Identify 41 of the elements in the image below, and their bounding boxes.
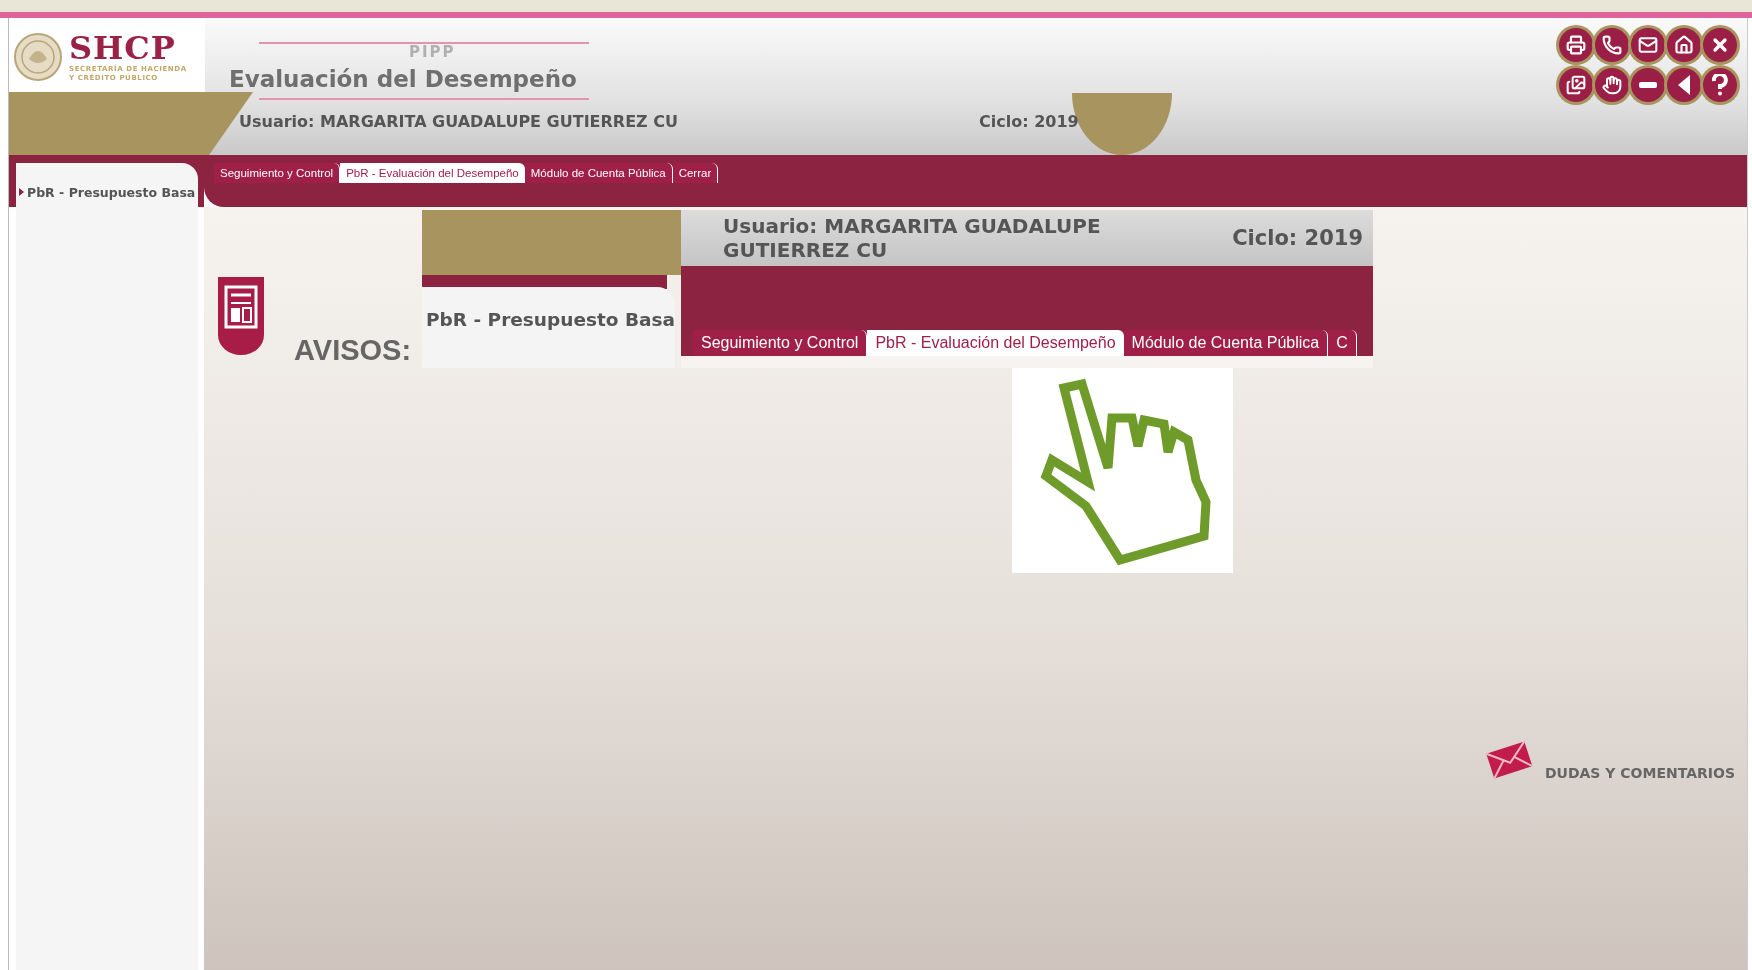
menu-tab[interactable]: Módulo de Cuenta Pública [1123, 330, 1329, 356]
bullet-arrow-icon [19, 188, 24, 196]
logo-acronym: SHCP [69, 31, 176, 65]
page-title: Evaluación del Desempeño [229, 65, 577, 93]
close-button[interactable] [1703, 28, 1737, 62]
user-label: Usuario: MARGARITA GUADALUPE GUTIERREZ CU [722, 214, 1102, 262]
menu-tab[interactable]: PbR - Evaluación del Desempeño [867, 330, 1124, 356]
menu-tab[interactable]: C [1328, 330, 1357, 356]
cycle-label: Ciclo: 2019 [979, 112, 1079, 131]
hand-icon [1602, 75, 1622, 95]
phone-icon [1602, 35, 1622, 55]
home-button[interactable] [1667, 28, 1701, 62]
envelope-icon [1638, 35, 1658, 55]
hand-button[interactable] [1595, 68, 1629, 102]
print-button[interactable] [1559, 28, 1593, 62]
menu-tab[interactable]: Cerrar [672, 163, 719, 183]
phone-button[interactable] [1595, 28, 1629, 62]
photos-icon [1566, 75, 1586, 95]
app-mark: PIPP [409, 44, 456, 60]
minus-button[interactable] [1631, 68, 1665, 102]
close-icon [1710, 35, 1730, 55]
triangle-left-icon [1676, 75, 1692, 95]
menu-tab[interactable]: Módulo de Cuenta Pública [524, 163, 673, 183]
photos-button[interactable] [1559, 68, 1593, 102]
menu-tab[interactable]: Seguimiento y Control [214, 163, 341, 183]
document-icon [216, 275, 266, 357]
home-icon [1674, 35, 1694, 55]
sidebar-link[interactable]: PbR - Presupuesto Basa [16, 184, 196, 200]
menu-tab[interactable]: PbR - Evaluación del Desempeño [340, 163, 525, 183]
printer-icon [1566, 35, 1586, 55]
sidebar-link[interactable]: PbR - Presupuesto Basa [426, 309, 676, 330]
help-icon [1712, 74, 1728, 96]
mail-button[interactable] [1631, 28, 1665, 62]
cycle-label: Ciclo: 2019 [1232, 226, 1363, 250]
menu-tab[interactable]: Seguimiento y Control [693, 330, 868, 356]
help-button[interactable] [1703, 68, 1737, 102]
back-button[interactable] [1667, 68, 1701, 102]
user-label: Usuario: MARGARITA GUADALUPE GUTIERREZ CU [239, 112, 679, 131]
feedback-link[interactable]: DUDAS Y COMENTARIOS [1484, 737, 1735, 781]
notices-heading: AVISOS: [294, 334, 412, 367]
minus-icon [1639, 82, 1657, 88]
